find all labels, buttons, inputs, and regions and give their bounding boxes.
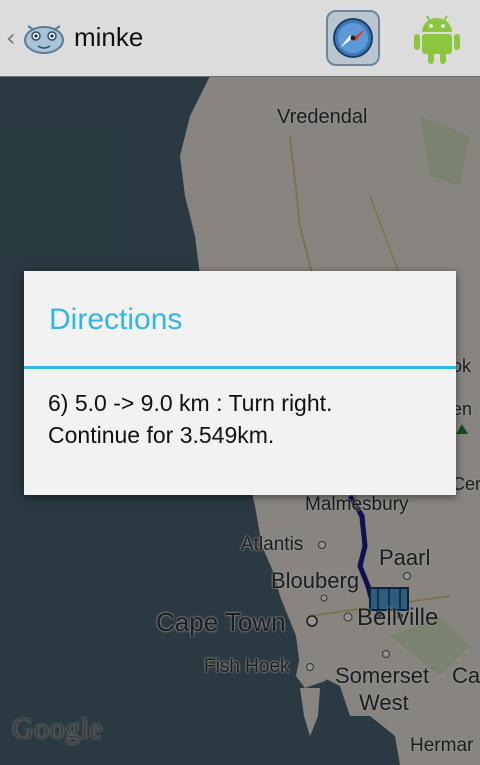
back-chevron-icon[interactable]: ‹ xyxy=(6,24,16,52)
minke-whale-icon[interactable] xyxy=(22,14,66,58)
compass-button[interactable] xyxy=(326,10,380,66)
directions-dialog: Directions 6) 5.0 -> 9.0 km : Turn right… xyxy=(24,271,456,495)
compass-icon xyxy=(333,18,373,58)
dialog-message-line-2: Continue for 3.549km. xyxy=(48,422,275,448)
action-bar: ‹ minke xyxy=(0,0,480,77)
dialog-title: Directions xyxy=(49,303,183,336)
android-button[interactable] xyxy=(412,12,462,66)
dialog-divider xyxy=(24,366,456,369)
app-title: minke xyxy=(74,22,144,52)
dialog-message-line-1: 6) 5.0 -> 9.0 km : Turn right. xyxy=(48,390,333,416)
android-icon xyxy=(414,15,460,64)
dialog-message: 6) 5.0 -> 9.0 km : Turn right. Continue … xyxy=(48,387,438,451)
